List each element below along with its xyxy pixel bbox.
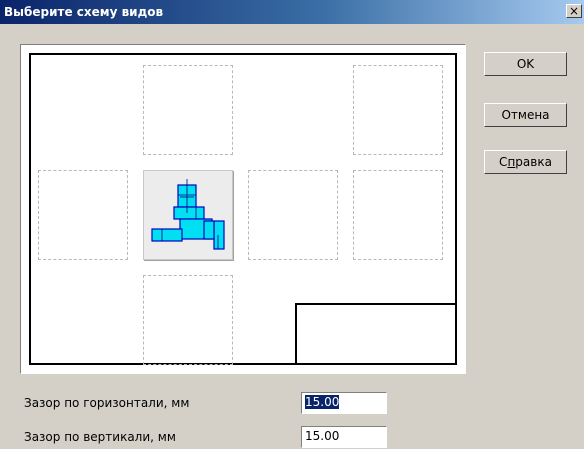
title-bar: Выберите схему видов ×: [0, 0, 584, 24]
view-slot-far-right[interactable]: [353, 170, 443, 260]
view-slot-bottom[interactable]: [143, 275, 233, 365]
view-slot-left[interactable]: [38, 170, 128, 260]
help-label-accel: п: [507, 155, 516, 169]
horizontal-gap-input[interactable]: 15.00: [301, 392, 387, 414]
vertical-gap-input[interactable]: 15.00: [301, 426, 387, 448]
horizontal-gap-label: Зазор по горизонтали, мм: [24, 396, 190, 410]
bracket-part-icon: [151, 179, 225, 250]
vertical-gap-value: 15.00: [305, 429, 340, 443]
vertical-gap-label: Зазор по вертикали, мм: [24, 430, 176, 444]
view-scheme-panel: [20, 44, 466, 374]
view-slot-top[interactable]: [143, 65, 233, 155]
cancel-button[interactable]: Отмена: [484, 103, 567, 127]
drawing-sheet: [29, 53, 457, 365]
view-slot-right[interactable]: [248, 170, 338, 260]
select-view-scheme-dialog: Выберите схему видов × OK Отмена С п рав…: [0, 0, 584, 449]
close-button[interactable]: ×: [566, 4, 582, 18]
ok-button[interactable]: OK: [484, 52, 567, 76]
close-icon: ×: [568, 4, 580, 18]
view-slot-top-right[interactable]: [353, 65, 443, 155]
help-label-prefix: С: [499, 155, 508, 169]
help-button[interactable]: Сп равка: [484, 150, 567, 174]
help-label-suffix: равка: [515, 155, 552, 169]
title-block-stamp: [295, 303, 457, 365]
horizontal-gap-value: 15.00: [305, 395, 340, 409]
view-slot-main[interactable]: [143, 170, 233, 260]
window-title: Выберите схему видов: [4, 5, 164, 19]
